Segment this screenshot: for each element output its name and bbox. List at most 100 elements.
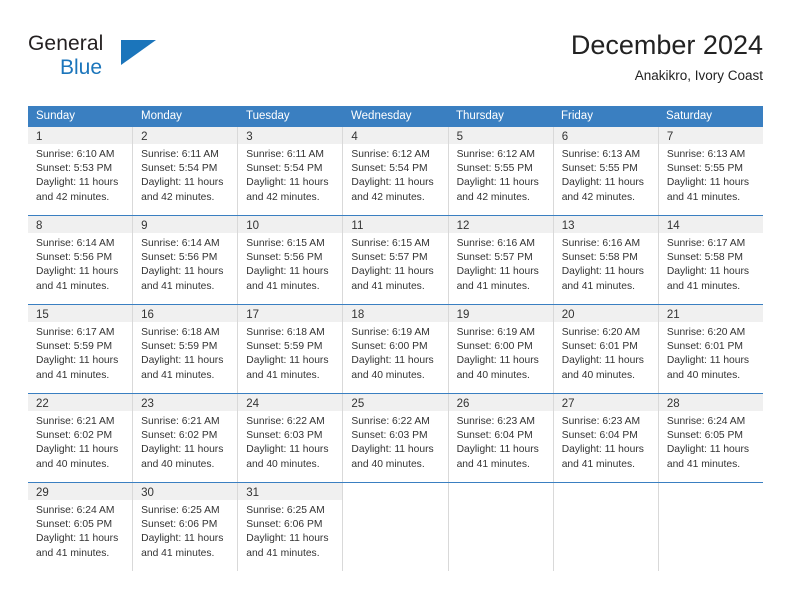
daylight-text-line1: Daylight: 11 hours xyxy=(141,355,224,367)
day-cell[interactable]: 18 Sunrise: 6:19 AM Sunset: 6:00 PM Dayligh… xyxy=(343,305,449,393)
day-cell[interactable]: 5 Sunrise: 6:12 AM Sunset: 5:55 PM Daylight… xyxy=(448,127,554,215)
daylight-text-line1: Daylight: 11 hours xyxy=(36,355,119,367)
day-number-band: 28 xyxy=(658,394,763,411)
day-cell[interactable]: 7 Sunrise: 6:13 AM Sunset: 5:55 PM Daylight… xyxy=(658,127,763,215)
daylight-text-line2: and 41 minutes. xyxy=(141,547,215,559)
day-cell[interactable]: 3 Sunrise: 6:11 AM Sunset: 5:54 PM Daylight… xyxy=(238,127,344,215)
day-number-band: 20 xyxy=(553,305,658,322)
sunset-text: Sunset: 5:57 PM xyxy=(351,252,428,264)
day-cell[interactable]: 26 Sunrise: 6:23 AM Sunset: 6:04 PM Dayligh… xyxy=(448,394,554,482)
day-number: 22 xyxy=(36,398,49,410)
day-info: Sunrise: 6:14 AM Sunset: 5:56 PM Daylight:… xyxy=(133,233,237,294)
day-info: Sunrise: 6:12 AM Sunset: 5:54 PM Daylight:… xyxy=(343,144,447,205)
sunset-text: Sunset: 6:06 PM xyxy=(246,519,323,531)
day-info: Sunrise: 6:17 AM Sunset: 5:58 PM Daylight:… xyxy=(659,233,763,294)
page-title: December 2024 xyxy=(570,30,763,60)
day-number-band: 27 xyxy=(553,394,658,411)
day-info xyxy=(343,500,447,504)
day-cell[interactable]: 15 Sunrise: 6:17 AM Sunset: 5:59 PM Dayligh… xyxy=(28,305,134,393)
day-cell[interactable]: 13 Sunrise: 6:16 AM Sunset: 5:58 PM Dayligh… xyxy=(553,216,659,304)
daylight-text-line1: Daylight: 11 hours xyxy=(246,444,329,456)
day-info: Sunrise: 6:19 AM Sunset: 6:00 PM Daylight:… xyxy=(343,322,447,383)
day-cell[interactable]: 12 Sunrise: 6:16 AM Sunset: 5:57 PM Dayligh… xyxy=(448,216,554,304)
daylight-text-line2: and 41 minutes. xyxy=(666,280,741,292)
day-cell-empty xyxy=(554,483,659,571)
day-number-band: 17 xyxy=(238,305,343,322)
day-cell[interactable]: 6 Sunrise: 6:13 AM Sunset: 5:55 PM Daylight… xyxy=(553,127,659,215)
day-number-band: 7 xyxy=(658,127,763,144)
sunrise-text: Sunrise: 6:21 AM xyxy=(141,416,220,427)
daylight-text-line2: and 42 minutes. xyxy=(456,191,530,203)
day-number-band: 12 xyxy=(448,216,553,233)
day-cell[interactable]: 1 Sunrise: 6:10 AM Sunset: 5:53 PM Daylight… xyxy=(28,127,134,215)
daylight-text-line2: and 42 minutes. xyxy=(246,191,320,203)
logo-text-blue: Blue xyxy=(60,56,103,79)
day-cell[interactable]: 21 Sunrise: 6:20 AM Sunset: 6:01 PM Dayligh… xyxy=(658,305,763,393)
sunrise-text: Sunrise: 6:23 AM xyxy=(456,416,535,427)
day-number: 19 xyxy=(456,309,470,321)
daylight-text-line1: Daylight: 11 hours xyxy=(351,444,434,456)
day-number-band: 26 xyxy=(448,394,553,411)
day-cell[interactable]: 22 Sunrise: 6:21 AM Sunset: 6:02 PM Dayligh… xyxy=(28,394,134,482)
day-cell[interactable]: 25 Sunrise: 6:22 AM Sunset: 6:03 PM Dayligh… xyxy=(343,394,449,482)
sunrise-text: Sunrise: 6:12 AM xyxy=(456,149,535,160)
day-number-band xyxy=(659,483,763,500)
daylight-text-line2: and 41 minutes. xyxy=(666,458,741,470)
day-cell[interactable]: 10 Sunrise: 6:15 AM Sunset: 5:56 PM Dayligh… xyxy=(238,216,344,304)
daylight-text-line1: Daylight: 11 hours xyxy=(351,177,434,189)
day-info: Sunrise: 6:10 AM Sunset: 5:53 PM Daylight:… xyxy=(28,144,132,205)
daylight-text-line2: and 41 minutes. xyxy=(246,547,320,559)
day-info: Sunrise: 6:25 AM Sunset: 6:06 PM Daylight:… xyxy=(133,500,237,561)
day-cell[interactable]: 30 Sunrise: 6:25 AM Sunset: 6:06 PM Dayligh… xyxy=(133,483,239,571)
daylight-text-line1: Daylight: 11 hours xyxy=(456,266,539,278)
day-number: 6 xyxy=(561,131,569,143)
day-cell[interactable]: 29 Sunrise: 6:24 AM Sunset: 6:05 PM Dayligh… xyxy=(28,483,134,571)
day-info xyxy=(659,500,763,504)
day-number: 20 xyxy=(561,309,575,321)
daylight-text-line1: Daylight: 11 hours xyxy=(666,444,750,456)
daylight-text-line1: Daylight: 11 hours xyxy=(246,355,329,367)
day-cell[interactable]: 14 Sunrise: 6:17 AM Sunset: 5:58 PM Dayligh… xyxy=(658,216,763,304)
day-number-band: 22 xyxy=(28,394,133,411)
daylight-text-line1: Daylight: 11 hours xyxy=(561,355,644,367)
sunrise-text: Sunrise: 6:20 AM xyxy=(666,327,746,338)
day-cell[interactable]: 17 Sunrise: 6:18 AM Sunset: 5:59 PM Dayligh… xyxy=(238,305,344,393)
day-number-band: 19 xyxy=(448,305,553,322)
sunset-text: Sunset: 5:54 PM xyxy=(141,163,218,175)
weekday-header-saturday: Saturday xyxy=(666,110,713,122)
day-info: Sunrise: 6:11 AM Sunset: 5:54 PM Daylight:… xyxy=(238,144,342,205)
day-number-band: 25 xyxy=(343,394,448,411)
sunset-text: Sunset: 5:55 PM xyxy=(456,163,533,175)
day-number: 21 xyxy=(666,309,680,321)
day-cell[interactable]: 4 Sunrise: 6:12 AM Sunset: 5:54 PM Daylight… xyxy=(343,127,449,215)
day-cell[interactable]: 16 Sunrise: 6:18 AM Sunset: 5:59 PM Dayligh… xyxy=(133,305,239,393)
day-cell[interactable]: 9 Sunrise: 6:14 AM Sunset: 5:56 PM Daylight… xyxy=(133,216,239,304)
daylight-text-line2: and 41 minutes. xyxy=(141,369,215,381)
daylight-text-line2: and 41 minutes. xyxy=(456,280,530,292)
daylight-text-line2: and 40 minutes. xyxy=(351,458,425,470)
general-blue-logo[interactable]: General Blue xyxy=(28,32,168,86)
daylight-text-line1: Daylight: 11 hours xyxy=(246,177,329,189)
daylight-text-line2: and 41 minutes. xyxy=(456,458,530,470)
day-cell[interactable]: 19 Sunrise: 6:19 AM Sunset: 6:00 PM Dayligh… xyxy=(448,305,554,393)
day-number: 13 xyxy=(561,220,575,232)
day-cell[interactable]: 2 Sunrise: 6:11 AM Sunset: 5:54 PM Daylight… xyxy=(133,127,239,215)
day-info: Sunrise: 6:19 AM Sunset: 6:00 PM Daylight:… xyxy=(449,322,553,383)
day-cell[interactable]: 8 Sunrise: 6:14 AM Sunset: 5:56 PM Daylight… xyxy=(28,216,134,304)
day-number-band: 9 xyxy=(133,216,238,233)
day-info: Sunrise: 6:20 AM Sunset: 6:01 PM Daylight:… xyxy=(659,322,763,383)
day-cell[interactable]: 27 Sunrise: 6:23 AM Sunset: 6:04 PM Dayligh… xyxy=(553,394,659,482)
day-number-band: 1 xyxy=(28,127,133,144)
day-info: Sunrise: 6:22 AM Sunset: 6:03 PM Daylight:… xyxy=(238,411,342,472)
day-cell[interactable]: 11 Sunrise: 6:15 AM Sunset: 5:57 PM Dayligh… xyxy=(343,216,449,304)
calendar-week-row: 8 Sunrise: 6:14 AM Sunset: 5:56 PM Daylight… xyxy=(28,215,763,304)
day-cell[interactable]: 24 Sunrise: 6:22 AM Sunset: 6:03 PM Dayligh… xyxy=(238,394,344,482)
daylight-text-line2: and 41 minutes. xyxy=(561,458,635,470)
day-cell[interactable]: 31 Sunrise: 6:25 AM Sunset: 6:06 PM Dayligh… xyxy=(238,483,344,571)
calendar-page: General Blue December 2024 Anakikro, Ivo… xyxy=(0,0,792,612)
day-cell[interactable]: 20 Sunrise: 6:20 AM Sunset: 6:01 PM Dayligh… xyxy=(553,305,659,393)
day-cell[interactable]: 23 Sunrise: 6:21 AM Sunset: 6:02 PM Dayligh… xyxy=(133,394,239,482)
day-cell[interactable]: 28 Sunrise: 6:24 AM Sunset: 6:05 PM Dayligh… xyxy=(658,394,763,482)
day-number-band: 2 xyxy=(133,127,238,144)
sunset-text: Sunset: 6:00 PM xyxy=(351,341,428,353)
